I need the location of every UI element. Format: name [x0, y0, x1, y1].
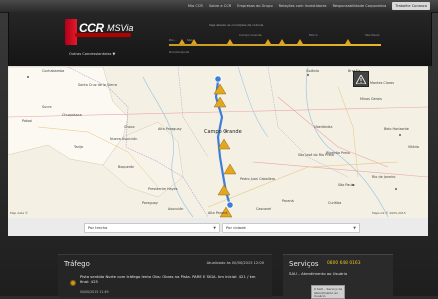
nav-item-empresas[interactable]: Empresas do Grupo	[237, 4, 272, 8]
services-title: Serviços	[289, 260, 319, 268]
place-label: Paraná	[282, 199, 294, 203]
filter-controls: Por trecho ▼ Por cidade ▼	[8, 218, 428, 236]
route-label-morro: Morro	[309, 33, 318, 37]
logo-ccr-text: CCR	[79, 21, 104, 35]
place-label: Asunción	[168, 207, 184, 211]
place-label: Curitiba	[328, 201, 342, 205]
logo-msvia-text: MSVia	[107, 23, 134, 33]
place-label: Campo Grande	[204, 129, 242, 135]
traffic-updated: Atualizado às 00/00/2015 12:00	[206, 261, 264, 265]
route-condition-bar: Veja abaixo as condições da rodovia Rio.…	[169, 23, 381, 66]
nav-item-ri[interactable]: Relações com Investidores	[279, 4, 327, 8]
place-label: Ribeirão Preto	[326, 151, 350, 155]
warning-icon[interactable]	[265, 39, 271, 44]
warning-icon[interactable]	[227, 39, 233, 44]
filter-by-section-value: Por trecho	[88, 225, 108, 230]
services-panel: Serviços 0800 648 0163 SAU – Atendimento…	[283, 254, 393, 299]
place-label: Pedro Juan Caballero	[240, 177, 276, 181]
route-label-rio: Rio...	[169, 38, 177, 42]
traffic-date: 00/00/2015 11:49	[80, 290, 109, 294]
place-label: Cascavel	[256, 207, 272, 211]
place-label: Minas Gerais	[360, 97, 382, 101]
map-area[interactable]: Cochabamba Santa Cruz de la Sierra Sucre…	[8, 66, 428, 219]
chevron-down-icon: ▼	[353, 226, 356, 230]
nav-item-responsabilidade[interactable]: Responsabilidade Corporativa	[333, 4, 387, 8]
map-alert-button[interactable]	[353, 71, 369, 87]
map-attribution: Map data ©	[10, 211, 28, 215]
traffic-status-icon	[70, 280, 76, 286]
place-label: Alto Paraguay	[158, 127, 182, 131]
warning-icon[interactable]	[345, 39, 351, 44]
traffic-message[interactable]: Pista sentido Norte com tráfego lento Ob…	[80, 274, 260, 285]
filter-by-city-value: Por cidade	[226, 225, 246, 230]
top-nav-items: Mia CCR Sobre a CCR Empresas do Grupo Re…	[188, 0, 430, 12]
nav-item-sobre[interactable]: Sobre a CCR	[209, 4, 231, 8]
nav-item-trabalhe[interactable]: Trabalhe Conosco	[392, 2, 430, 10]
chevron-down-icon: ▼	[213, 226, 216, 230]
nav-item-mia-ccr[interactable]: Mia CCR	[188, 4, 203, 8]
place-label: Paraguay	[142, 201, 158, 205]
place-label: Alto Paraná	[208, 211, 228, 215]
map-canvas	[8, 67, 428, 219]
route-label-rondonopolis: Rondonópolis	[169, 50, 190, 54]
place-label: Uberlândia	[314, 125, 333, 129]
sau-label[interactable]: SAU – Atendimento ao Usuário	[289, 271, 347, 276]
place-label: Goiânia	[306, 69, 319, 73]
traffic-panel: Tráfego Atualizado às 00/00/2015 12:00 P…	[58, 254, 272, 297]
place-label: Rio de Janeiro	[372, 175, 396, 179]
warning-icon[interactable]	[279, 39, 285, 44]
warning-icon[interactable]	[179, 39, 185, 44]
warning-icon[interactable]	[297, 39, 303, 44]
map-copyright: MapLink © 2005-2015	[372, 211, 406, 215]
sau-info-box[interactable]: 0 SAU – Serviço de Atendimento ao Usuári…	[311, 285, 345, 299]
place-label: Presidente Hayes	[148, 187, 178, 191]
place-label: Santa Cruz de la Sierra	[78, 83, 118, 87]
ccr-logo[interactable]: CCR MSVia	[65, 18, 155, 48]
place-label: Montes Claros	[370, 81, 394, 85]
traffic-title: Tráfego	[64, 260, 90, 268]
alert-icon	[356, 74, 366, 84]
filter-by-section-select[interactable]: Por trecho ▼	[84, 223, 220, 233]
route-label-campo-grande: Campo Grande	[239, 33, 262, 37]
route-caption: Veja abaixo as condições da rodovia	[209, 23, 264, 27]
page: Mia CCR Sobre a CCR Empresas do Grupo Re…	[0, 0, 438, 299]
warning-icon[interactable]	[191, 39, 197, 44]
place-label: Vitória	[408, 145, 420, 149]
place-label: Cochabamba	[42, 69, 65, 73]
place-label: Sucre	[42, 105, 52, 109]
place-label: Tarija	[74, 145, 83, 149]
services-phone[interactable]: 0800 648 0163	[327, 261, 361, 266]
header: CCR MSVia Outras Concessionárias ▼ Veja …	[8, 12, 432, 66]
place-label: Belo Horizonte	[384, 127, 409, 131]
place-label: Potosí	[22, 119, 33, 123]
sau-box-line-2: Atendimento ao Usuário	[314, 290, 338, 299]
place-label: Nueva Asunción	[110, 137, 138, 141]
route-line	[169, 44, 381, 46]
place-label: Chaco	[124, 125, 135, 129]
other-concessions-dropdown[interactable]: Outras Concessionárias ▼	[69, 52, 115, 56]
place-label: Boquerón	[118, 165, 135, 169]
logo-red-mark	[65, 19, 77, 45]
place-label: Chuquisaca	[62, 113, 82, 117]
route-label-sao-paulo: São Paulo	[365, 33, 380, 37]
filter-by-city-select[interactable]: Por cidade ▼	[222, 223, 360, 233]
place-label: São Paulo	[338, 183, 355, 187]
